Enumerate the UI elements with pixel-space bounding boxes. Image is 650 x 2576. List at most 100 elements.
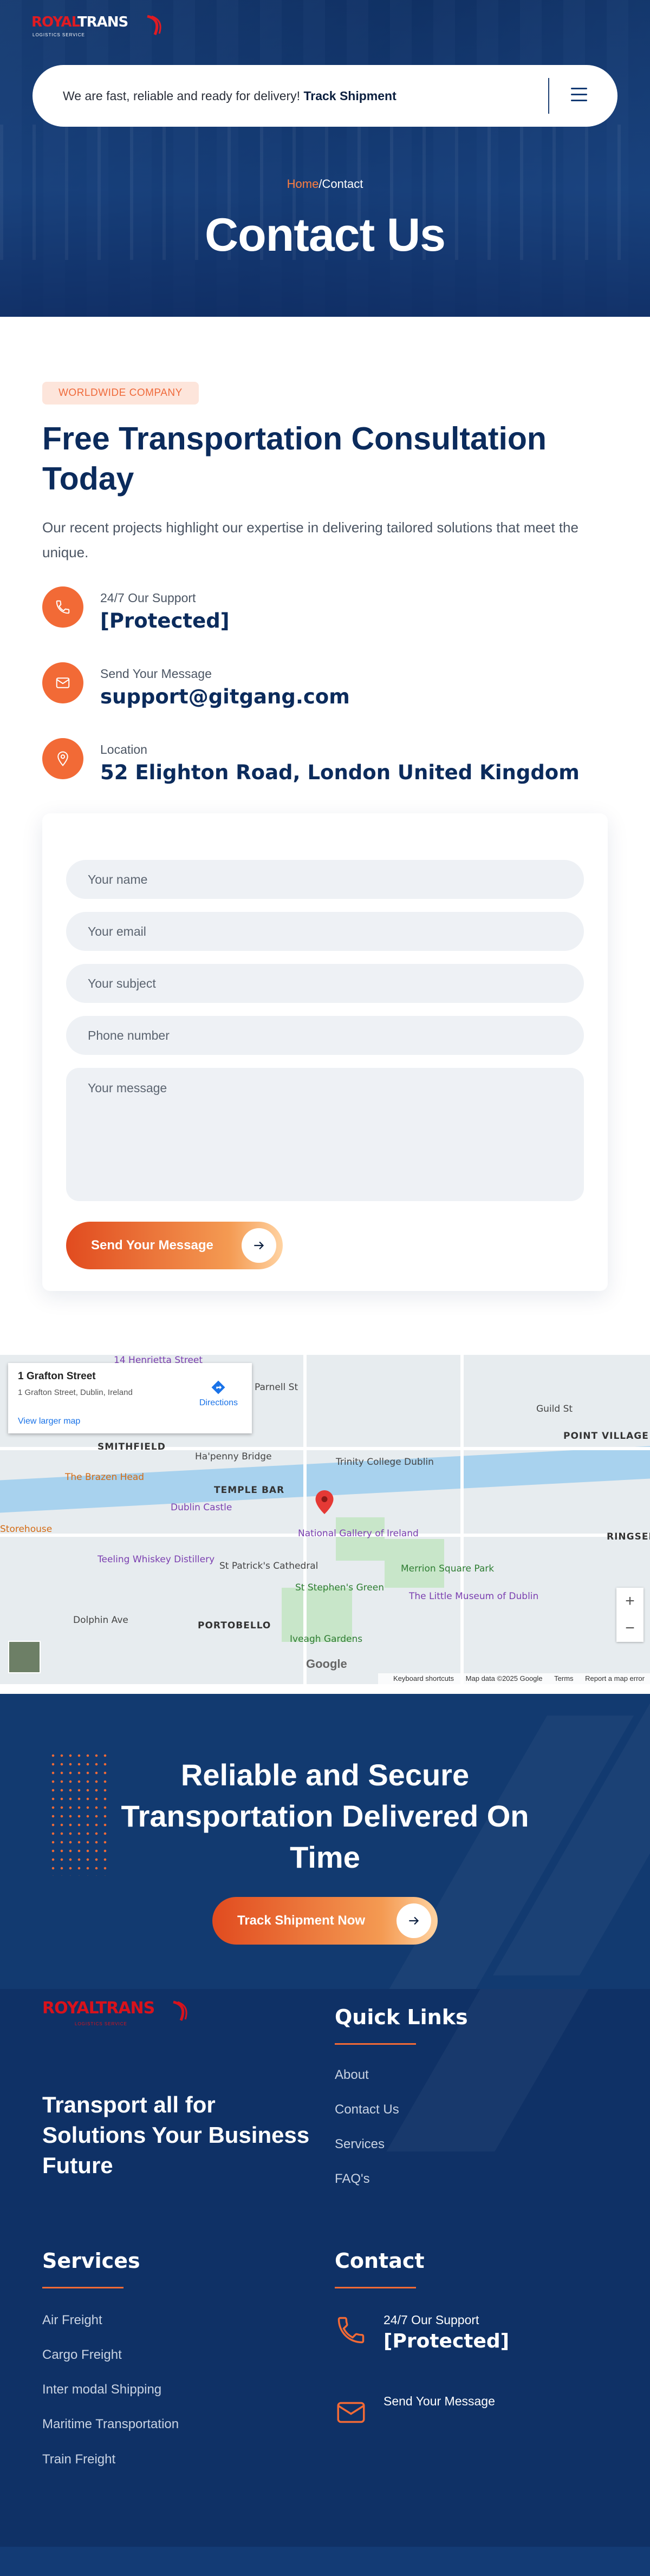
google-logo: Google: [306, 1657, 347, 1671]
zoom-out-button[interactable]: −: [616, 1615, 644, 1642]
header-divider: [548, 78, 549, 114]
contact-item-label: 24/7 Our Support: [100, 591, 196, 605]
mail-icon: [337, 2402, 365, 2423]
contact-item-message: Send Your Message support@gitgang.com: [42, 662, 608, 738]
view-larger-map-link[interactable]: View larger map: [18, 1417, 242, 1426]
directions-label: Directions: [199, 1398, 238, 1407]
site-footer: ROYALTRANS LOGISTICS SERVICE Transport a…: [0, 1989, 650, 2576]
map-zoom-controls: + −: [616, 1588, 644, 1642]
map-label: The Brazen Head: [65, 1472, 145, 1483]
footer-logo-tagline: LOGISTICS SERVICE: [75, 2021, 127, 2026]
contact-email-link[interactable]: support@gitgang.com: [100, 685, 350, 708]
logo-trans: TRANS: [77, 14, 128, 30]
breadcrumb: Home/Contact: [0, 177, 650, 191]
map-label: St Stephen's Green: [295, 1582, 384, 1593]
map-place-card: 1 Grafton Street 1 Grafton Street, Dubli…: [8, 1363, 252, 1433]
contact-heading: Contact: [335, 2249, 425, 2273]
header-message: We are fast, reliable and ready for deli…: [63, 89, 396, 103]
footer-service-item[interactable]: Cargo Freight: [42, 2347, 122, 2363]
map-label: Parnell St: [255, 1382, 298, 1393]
map-label: RINGSEN: [607, 1531, 650, 1542]
footer-link-services[interactable]: Services: [335, 2137, 385, 2152]
footer-logo[interactable]: ROYALTRANS LOGISTICS SERVICE: [42, 1999, 205, 2042]
heading-underline: [335, 2043, 416, 2045]
map-label: Merrion Square Park: [401, 1563, 495, 1574]
contact-info-section: WORLDWIDE COMPANY Free Transportation Co…: [0, 317, 650, 814]
site-logo[interactable]: ROYALTRANS LOGISTICS SERVICE: [31, 14, 167, 47]
phone-input[interactable]: [66, 1016, 584, 1055]
footer-link-contact[interactable]: Contact Us: [335, 2102, 399, 2117]
section-lead: Our recent projects highlight our expert…: [42, 519, 578, 560]
report-map-error-link[interactable]: Report a map error: [585, 1674, 645, 1682]
quick-links-heading: Quick Links: [335, 2005, 468, 2029]
arrow-right-icon: [242, 1228, 276, 1263]
track-shipment-now-button[interactable]: Track Shipment Now: [212, 1897, 438, 1945]
map-road: [460, 1355, 464, 1684]
footer-support-label: 24/7 Our Support: [384, 2313, 479, 2327]
location-pin-icon: [42, 738, 83, 779]
footer-support-value: [Protected]: [384, 2330, 510, 2352]
map-park: [336, 1517, 385, 1561]
footer-service-item[interactable]: Train Freight: [42, 2452, 115, 2467]
breadcrumb-current: Contact: [322, 177, 363, 191]
map-label: The Little Museum of Dublin: [409, 1591, 539, 1602]
section-heading: Free Transportation Consultation Today: [42, 421, 547, 497]
map-label: Ha'penny Bridge: [195, 1451, 272, 1462]
satellite-toggle[interactable]: [8, 1641, 41, 1673]
hamburger-menu-icon[interactable]: [571, 88, 587, 103]
logo-swoosh-icon: [173, 2000, 187, 2021]
map-label: SMITHFIELD: [98, 1442, 166, 1452]
logo-swoosh-icon: [147, 15, 161, 35]
page-title: Contact Us: [205, 209, 446, 261]
send-message-button[interactable]: Send Your Message: [66, 1222, 283, 1269]
contact-item-value: [Protected]: [100, 609, 230, 632]
map-label: Trinity College Dublin: [336, 1457, 434, 1468]
map-label: Iveagh Gardens: [290, 1634, 363, 1645]
footer-service-item[interactable]: Maritime Transportation: [42, 2417, 179, 2432]
map-label: Storehouse: [0, 1524, 53, 1535]
map-pin-icon[interactable]: [315, 1490, 334, 1514]
name-input[interactable]: [66, 860, 584, 899]
map-label: Dublin Castle: [171, 1502, 232, 1513]
map-label: National Gallery of Ireland: [298, 1528, 419, 1539]
map-label: TEMPLE BAR: [214, 1485, 285, 1496]
map-label: Teeling Whiskey Distillery: [98, 1554, 215, 1565]
services-heading: Services: [42, 2249, 140, 2273]
message-textarea[interactable]: [66, 1068, 584, 1201]
email-input[interactable]: [66, 912, 584, 951]
footer-link-about[interactable]: About: [335, 2068, 369, 2083]
subject-input[interactable]: [66, 964, 584, 1003]
footer-link-faq[interactable]: FAQ's: [335, 2171, 370, 2187]
hero-section: ROYALTRANS LOGISTICS SERVICE We are fast…: [0, 0, 650, 317]
arrow-right-icon: [396, 1903, 431, 1938]
mail-icon: [42, 662, 83, 703]
phone-icon: [42, 586, 83, 628]
header-message-text: We are fast, reliable and ready for deli…: [63, 88, 301, 103]
zoom-in-button[interactable]: +: [616, 1588, 644, 1615]
footer-tagline: Transport all for Solutions Your Busines…: [42, 2092, 310, 2178]
embedded-map[interactable]: 14 Henrietta Street SMITHFIELD Ha'penny …: [0, 1355, 650, 1684]
cta-heading: Reliable and Secure Transportation Deliv…: [121, 1758, 529, 1874]
map-label: POINT VILLAGE: [563, 1431, 649, 1442]
map-footer: Keyboard shortcuts Map data ©2025 Google…: [378, 1673, 650, 1684]
keyboard-shortcuts-link[interactable]: Keyboard shortcuts: [393, 1674, 454, 1682]
map-label: Guild St: [536, 1404, 573, 1414]
logo-royal: ROYAL: [31, 14, 78, 30]
footer-service-item[interactable]: Air Freight: [42, 2313, 102, 2328]
logo-tagline: LOGISTICS SERVICE: [32, 32, 85, 37]
heading-underline: [335, 2287, 416, 2288]
contact-item-value: 52 Elighton Road, London United Kingdom: [100, 761, 580, 784]
breadcrumb-home[interactable]: Home: [287, 177, 319, 191]
heading-underline: [42, 2287, 123, 2288]
footer-service-item[interactable]: Inter modal Shipping: [42, 2382, 161, 2397]
terms-link[interactable]: Terms: [554, 1674, 573, 1682]
track-shipment-link[interactable]: Track Shipment: [303, 89, 396, 103]
map-label: PORTOBELLO: [198, 1620, 271, 1631]
header-bar: We are fast, reliable and ready for deli…: [32, 65, 618, 127]
footer-logo-trans: TRANS: [95, 1999, 155, 2018]
contact-item-support: 24/7 Our Support [Protected]: [42, 586, 608, 662]
contact-item-label: Send Your Message: [100, 667, 212, 681]
section-badge: WORLDWIDE COMPANY: [42, 382, 199, 405]
footer-message-label[interactable]: Send Your Message: [384, 2394, 495, 2409]
directions-button[interactable]: Directions: [199, 1379, 238, 1408]
